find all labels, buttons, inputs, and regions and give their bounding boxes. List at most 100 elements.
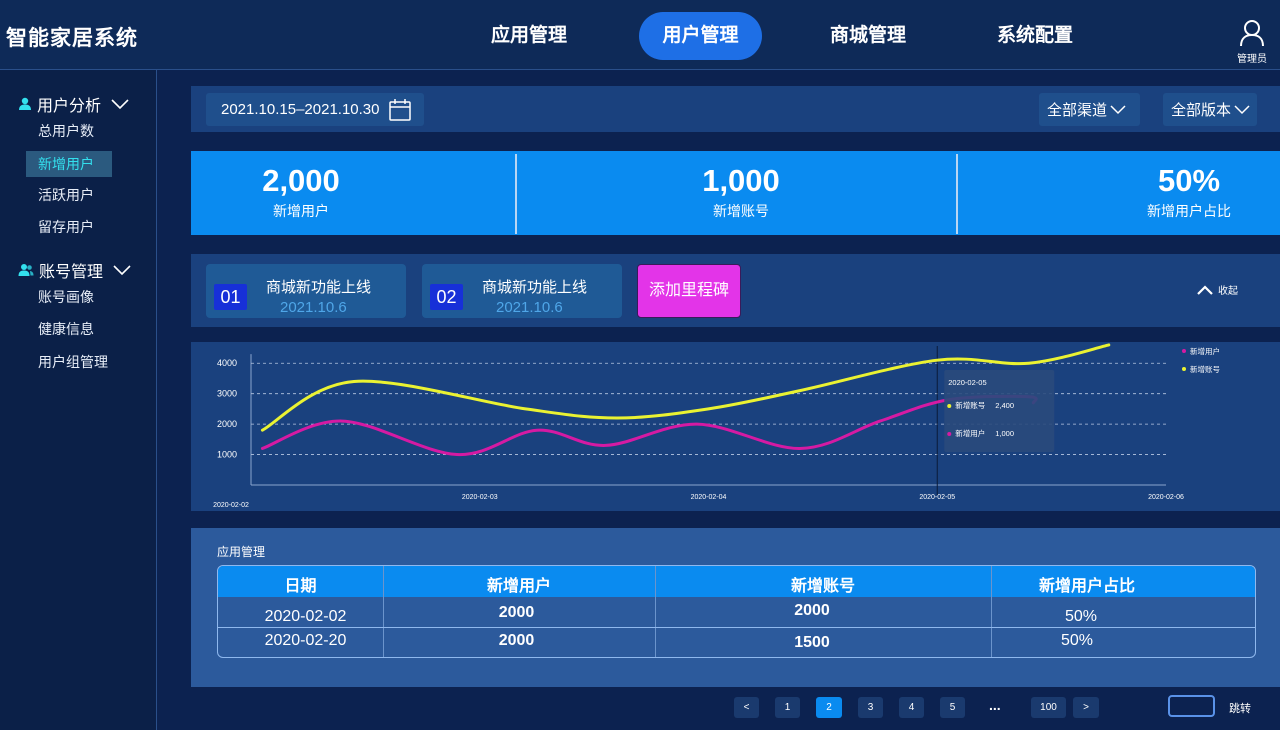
nav-mall-management[interactable]: 商城管理: [816, 12, 920, 60]
stat-new-users: 2,000 新增用户: [231, 151, 371, 235]
tooltip-series-name: 新增用户: [955, 428, 985, 438]
tooltip-series-value: 2,400: [995, 401, 1014, 410]
divider: [218, 627, 1255, 628]
cell-date: 2020-02-20: [264, 632, 347, 649]
milestone-card[interactable]: 01 商城新功能上线 2021.10.6: [206, 264, 406, 318]
date-range-picker[interactable]: 2021.10.15–2021.10.30: [206, 93, 424, 126]
sidebar-item-user-groups[interactable]: 用户组管理: [26, 349, 112, 375]
milestone-index: 02: [430, 284, 463, 310]
x-tick-label: 2020-02-03: [462, 494, 498, 501]
filter-bar: 2021.10.15–2021.10.30 全部渠道 全部版本: [191, 86, 1280, 132]
legend-label: 新增账号: [1190, 364, 1220, 374]
cell-date: 2020-02-02: [264, 608, 347, 625]
pagination-page[interactable]: 1: [775, 697, 800, 718]
chevron-down-icon: [1110, 104, 1126, 114]
sidebar-item-active-users[interactable]: 活跃用户: [26, 182, 112, 208]
series-line-0: [260, 394, 1038, 457]
admin-menu[interactable]: 管理员: [1232, 18, 1272, 65]
stat-value: 50%: [1157, 163, 1221, 198]
x-tick-label: 2020-02-06: [1148, 494, 1184, 501]
collapse-label: 收起: [1218, 286, 1238, 297]
divider: [515, 154, 517, 234]
top-bar: 智能家居系统 应用管理 用户管理 商城管理 系统配置 管理员: [0, 0, 1280, 70]
stat-label: 新增账号: [713, 203, 769, 219]
sidebar-item-account-profile[interactable]: 账号画像: [26, 284, 112, 310]
collapse-button[interactable]: 收起: [1197, 282, 1238, 297]
cell-ratio: 50%: [1060, 632, 1094, 649]
milestone-card[interactable]: 02 商城新功能上线 2021.10.6: [422, 264, 622, 318]
stat-label: 新增用户占比: [1147, 203, 1231, 219]
milestone-title: 商城新功能上线: [266, 279, 372, 296]
nav-app-management[interactable]: 应用管理: [477, 12, 581, 60]
pagination-page-current[interactable]: 2: [816, 697, 842, 718]
pagination-page[interactable]: 4: [899, 697, 924, 718]
line-chart: 1000 2000 3000 4000 2020-02-02 2020-02-03 2020…: [213, 343, 1220, 509]
x-tick-label: 2020-02-02: [213, 502, 249, 509]
stat-value: 2,000: [262, 163, 340, 198]
version-value: 全部版本: [1171, 102, 1232, 119]
tooltip-series-name: 新增账号: [955, 400, 985, 410]
milestone-date: 2021.10.6: [280, 299, 347, 316]
legend-marker: [1182, 367, 1186, 371]
tooltip-marker: [947, 432, 952, 436]
divider: [956, 154, 958, 234]
sidebar-group-user-analysis[interactable]: 用户分析: [18, 92, 134, 116]
pagination-page[interactable]: 5: [940, 697, 965, 718]
sidebar-item-health-info[interactable]: 健康信息: [26, 316, 112, 342]
y-tick-label: 3000: [217, 389, 237, 399]
stat-value: 1,000: [702, 163, 780, 198]
version-select[interactable]: 全部版本: [1163, 93, 1257, 126]
x-tick-label: 2020-02-05: [919, 494, 955, 501]
stat-label: 新增用户: [273, 203, 329, 219]
sidebar-group-account-management[interactable]: 账号管理: [18, 258, 136, 282]
date-range-value: 2021.10.15–2021.10.30: [221, 101, 380, 118]
nav-user-management[interactable]: 用户管理: [639, 12, 762, 60]
stats-panel: 2,000 新增用户 1,000 新增账号 50% 新增用户占比: [191, 151, 1280, 235]
channel-select[interactable]: 全部渠道: [1039, 93, 1140, 126]
sidebar-item-new-users[interactable]: 新增用户: [26, 151, 112, 177]
add-milestone-button[interactable]: 添加里程碑: [637, 264, 741, 318]
cell-ratio: 50%: [1064, 608, 1098, 625]
cell-new-users: 2000: [498, 632, 535, 649]
users-icon: [18, 264, 34, 276]
user-icon: [19, 97, 31, 110]
calendar-icon: [388, 98, 411, 121]
pagination-ellipsis: ...: [989, 697, 1001, 713]
chevron-down-icon: [1234, 104, 1250, 114]
jump-page-input[interactable]: [1168, 695, 1215, 717]
sidebar-item-total-users[interactable]: 总用户数: [26, 118, 112, 144]
cell-new-accounts: 2000: [794, 602, 830, 619]
column-header-ratio: 新增用户占比: [1038, 578, 1135, 595]
table-title: 应用管理: [217, 545, 266, 559]
stat-new-user-ratio: 50% 新增用户占比: [1119, 151, 1259, 235]
pagination-page-last[interactable]: 100: [1031, 697, 1066, 718]
y-tick-label: 2000: [217, 419, 237, 429]
table-header: 日期 新增用户 新增账号 新增用户占比: [218, 566, 1255, 597]
jump-label[interactable]: 跳转: [1229, 700, 1251, 716]
legend-label: 新增用户: [1190, 346, 1220, 356]
chart-panel: 1000 2000 3000 4000 2020-02-02 2020-02-03 2020…: [191, 342, 1280, 511]
chevron-up-icon: [1197, 284, 1213, 295]
nav-system-config[interactable]: 系统配置: [983, 12, 1087, 60]
sidebar-group-label: 用户分析: [37, 98, 102, 115]
column-header-new-users: 新增用户: [486, 578, 551, 595]
y-tick-label: 1000: [217, 450, 237, 460]
table-panel: 应用管理 日期 新增用户 新增账号 新增用户占比 2020-02-02 2000…: [191, 528, 1280, 687]
pagination-prev[interactable]: <: [734, 697, 759, 718]
y-tick-label: 4000: [217, 358, 237, 368]
cell-new-accounts: 1500: [794, 634, 830, 651]
stat-new-accounts: 1,000 新增账号: [671, 151, 811, 235]
milestones-panel: 01 商城新功能上线 2021.10.6 02 商城新功能上线 2021.10.…: [191, 254, 1280, 327]
pagination-next[interactable]: >: [1073, 697, 1099, 718]
channel-value: 全部渠道: [1047, 102, 1108, 119]
sidebar: 用户分析 总用户数 新增用户 活跃用户 留存用户 账号管理 账号画像 健康信息 …: [0, 70, 157, 730]
tooltip-series-value: 1,000: [995, 429, 1014, 438]
sidebar-item-retained-users[interactable]: 留存用户: [26, 214, 112, 240]
x-tick-label: 2020-02-04: [691, 494, 727, 501]
tooltip-marker: [947, 404, 952, 408]
chevron-down-icon: [111, 99, 129, 110]
data-table: 日期 新增用户 新增账号 新增用户占比 2020-02-02 2000 2000…: [217, 565, 1256, 658]
column-header-new-accounts: 新增账号: [790, 578, 855, 595]
milestone-date: 2021.10.6: [496, 299, 563, 316]
pagination-page[interactable]: 3: [858, 697, 883, 718]
